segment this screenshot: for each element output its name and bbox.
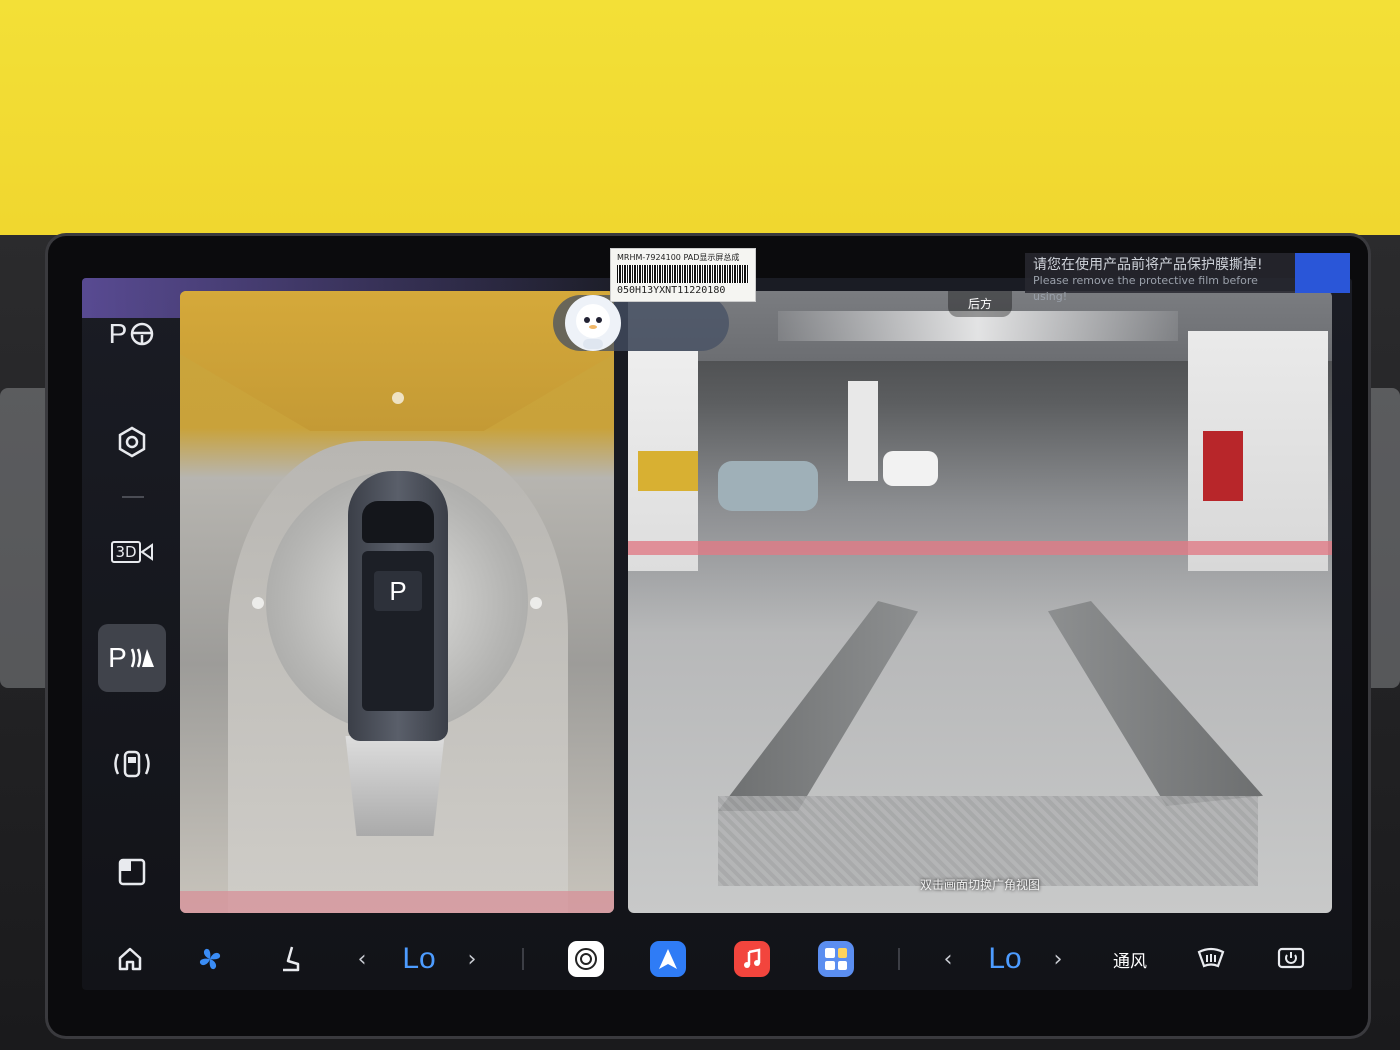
right-temperature: Lo — [988, 942, 1022, 975]
parking-boundary — [628, 541, 1332, 555]
ventilation-button[interactable]: 通风 — [1108, 938, 1152, 980]
garage-ceiling-area — [180, 291, 614, 431]
camera-hexagon-icon — [118, 426, 146, 458]
wheel-ramp-left — [718, 601, 918, 811]
parking-steering-icon: P — [109, 318, 156, 350]
left-sensor-marker — [252, 597, 264, 609]
app-grid-icon — [818, 941, 854, 977]
left-temp-up-button[interactable]: › — [462, 938, 482, 980]
wide-angle-hint: 双击画面切换广角视图 — [919, 878, 1040, 892]
parked-car-white — [883, 451, 938, 486]
bottom-dock: ‹ Lo › ‹ Lo › 通风 — [82, 928, 1352, 990]
car-sensor-icon — [114, 750, 150, 778]
left-temperature: Lo — [402, 942, 436, 975]
rear-view-label: 后方 — [948, 291, 1012, 317]
surround-view-camera[interactable]: P — [180, 291, 614, 913]
navigation-app-button[interactable] — [648, 938, 688, 980]
parked-car — [718, 461, 818, 511]
parking-line — [180, 891, 614, 913]
car-sensor-button[interactable] — [98, 730, 166, 798]
part-sticker: MRHM-7924100 PAD显示屏总成 050H13YXNT11220180 — [610, 248, 756, 302]
right-sensor-marker — [530, 597, 542, 609]
film-pull-tab — [1295, 253, 1350, 293]
chevron-right-icon: › — [1053, 946, 1063, 972]
parking-radar-icon: P — [108, 642, 156, 674]
rear-defrost-button[interactable] — [1194, 938, 1228, 980]
power-icon — [1277, 947, 1305, 969]
home-icon — [118, 947, 142, 971]
split-view-icon — [118, 858, 146, 886]
assistant-avatar[interactable] — [565, 295, 621, 351]
pillar-stripe — [638, 451, 698, 491]
background-wall — [0, 0, 1400, 250]
voice-assistant-bubble[interactable] — [553, 295, 729, 351]
front-sensor-marker — [392, 392, 404, 404]
protective-film-warning: 请您在使用产品前将产品保护膜撕掉! Please remove the prot… — [1025, 253, 1295, 303]
home-button[interactable] — [112, 938, 148, 980]
fire-cabinet — [1203, 431, 1243, 501]
left-temp-down-button[interactable]: ‹ — [352, 938, 372, 980]
diamond-plate — [718, 796, 1258, 886]
pillar-mid — [848, 381, 878, 481]
right-temp-down-button[interactable]: ‹ — [938, 938, 958, 980]
music-app-button[interactable] — [732, 938, 772, 980]
gear-badge: P — [374, 571, 422, 611]
fan-button[interactable] — [190, 938, 230, 980]
infotainment-screen: P 3D P P 后方 双击画面切换广角视图 ‹ Lo › ‹ Lo › 通风 — [82, 278, 1352, 990]
music-app-icon — [734, 941, 770, 977]
seat-heat-button[interactable] — [270, 938, 310, 980]
split-view-button[interactable] — [98, 838, 166, 906]
3d-camera-icon: 3D — [111, 541, 153, 563]
app-store-icon — [568, 941, 604, 977]
wheel-ramp-right — [1048, 601, 1263, 806]
sidebar-divider — [122, 496, 144, 498]
parking-steering-button[interactable]: P — [98, 300, 166, 368]
dock-separator — [898, 948, 900, 970]
app-grid-button[interactable] — [816, 938, 856, 980]
fan-icon — [199, 948, 221, 970]
chevron-right-icon: › — [467, 946, 477, 972]
navigation-app-icon — [650, 941, 686, 977]
3d-view-button[interactable]: 3D — [98, 518, 166, 586]
chevron-left-icon: ‹ — [357, 946, 367, 972]
rear-camera-view[interactable]: 后方 双击画面切换广角视图 — [628, 291, 1332, 913]
app-store-button[interactable] — [566, 938, 606, 980]
camera-sidebar: P 3D P — [82, 278, 182, 913]
seat-heat-icon — [283, 946, 300, 972]
barcode — [617, 265, 749, 283]
parking-ramp — [345, 736, 445, 836]
right-temp-up-button[interactable]: › — [1048, 938, 1068, 980]
vehicle-top-view: P — [348, 471, 448, 741]
camera-view-button[interactable] — [98, 408, 166, 476]
screen-power-button[interactable] — [1274, 938, 1308, 980]
parking-radar-button[interactable]: P — [98, 624, 166, 692]
dock-separator — [522, 948, 524, 970]
rear-defrost-icon — [1197, 947, 1225, 968]
chevron-left-icon: ‹ — [943, 946, 953, 972]
